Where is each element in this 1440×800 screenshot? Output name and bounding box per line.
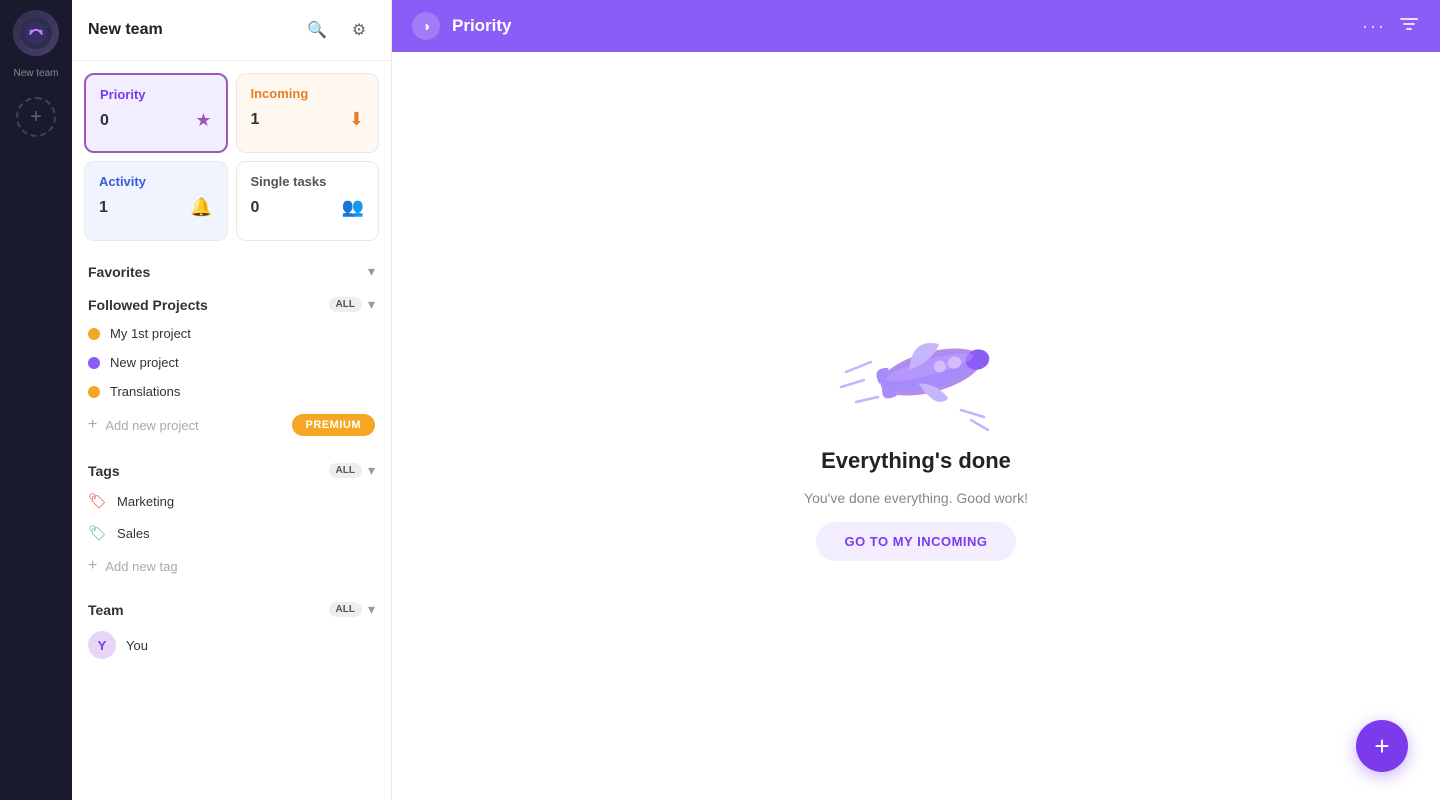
project-item-my1st[interactable]: My 1st project (72, 319, 391, 348)
favorites-chevron-icon: ▾ (368, 263, 375, 280)
project-name: My 1st project (110, 326, 191, 341)
activity-card[interactable]: Activity 1 🔔 (84, 161, 228, 241)
plus-icon: + (30, 106, 42, 129)
add-team-button[interactable]: + (16, 97, 56, 137)
add-tag-icon: + (88, 557, 97, 575)
tag-name: Sales (117, 526, 150, 541)
topbar-title: Priority (452, 16, 1350, 36)
sidebar-header: New team 🔍 ⚙ (72, 0, 391, 61)
tags-badge: ALL (329, 463, 362, 478)
followed-projects-badge: ALL (329, 297, 362, 312)
add-tag-label: Add new tag (105, 559, 177, 574)
team-avatar[interactable] (13, 10, 59, 56)
single-tasks-card-label: Single tasks (251, 174, 365, 189)
premium-button[interactable]: PREMIUM (292, 414, 375, 436)
favorites-label: Favorites (88, 264, 362, 280)
add-project-icon: + (88, 416, 97, 434)
fab-add-button[interactable]: + (1356, 720, 1408, 772)
member-avatar: Y (88, 631, 116, 659)
plane-illustration (836, 292, 996, 432)
single-tasks-card[interactable]: Single tasks 0 👥 (236, 161, 380, 241)
priority-card[interactable]: Priority 0 ★ (84, 73, 228, 153)
topbar-more-button[interactable]: ··· (1362, 16, 1386, 37)
followed-projects-label: Followed Projects (88, 297, 323, 313)
member-name: You (126, 638, 148, 653)
main-content: ◑ Priority ··· (392, 0, 1440, 800)
tag-icon: 🏷 (88, 492, 107, 510)
search-button[interactable]: 🔍 (301, 14, 333, 46)
go-to-incoming-button[interactable]: GO TO MY INCOMING (816, 522, 1015, 561)
activity-card-count: 1 (99, 199, 108, 217)
topbar-toggle-button[interactable]: ◑ (412, 12, 440, 40)
team-label: Team (88, 602, 323, 618)
tag-name: Marketing (117, 494, 174, 509)
single-tasks-card-count: 0 (251, 199, 260, 217)
activity-card-label: Activity (99, 174, 213, 189)
team-section: Team ALL ▾ Y You (72, 591, 391, 674)
topbar-right (1398, 13, 1420, 40)
incoming-card-count: 1 (251, 111, 260, 129)
sort-icon[interactable] (1398, 13, 1420, 40)
done-heading: Everything's done (821, 448, 1011, 474)
incoming-card-label: Incoming (251, 86, 365, 101)
tags-label: Tags (88, 463, 323, 479)
tag-item-marketing[interactable]: 🏷 Marketing (72, 485, 391, 517)
inbox-icon: ⬇ (349, 109, 364, 130)
favorites-section-header[interactable]: Favorites ▾ (72, 253, 391, 286)
member-item-you[interactable]: Y You (72, 624, 391, 666)
followed-projects-chevron-icon: ▾ (368, 296, 375, 313)
search-icon: 🔍 (307, 20, 327, 40)
tags-section: Tags ALL ▾ 🏷 Marketing 🏷 Sales + Add new… (72, 452, 391, 591)
team-chevron-icon: ▾ (368, 601, 375, 618)
project-name: Translations (110, 384, 180, 399)
quick-cards: Priority 0 ★ Incoming 1 ⬇ Activity 1 🔔 S… (72, 61, 391, 253)
project-dot (88, 328, 100, 340)
member-initials: Y (98, 638, 107, 653)
icon-rail: New team + (0, 0, 72, 800)
topbar: ◑ Priority ··· (392, 0, 1440, 52)
add-project-label: Add new project (105, 418, 198, 433)
incoming-card[interactable]: Incoming 1 ⬇ (236, 73, 380, 153)
priority-card-count: 0 (100, 112, 109, 130)
sidebar: New team 🔍 ⚙ Priority 0 ★ Incoming 1 ⬇ A… (72, 0, 392, 800)
tag-item-sales[interactable]: 🏷 Sales (72, 517, 391, 549)
people-icon: 👥 (342, 197, 364, 218)
team-name-label: New team (13, 68, 58, 79)
star-icon: ★ (195, 110, 211, 131)
add-project-row: + Add new project PREMIUM (72, 406, 391, 444)
team-badge: ALL (329, 602, 362, 617)
bell-icon: 🔔 (190, 197, 212, 218)
tag-icon: 🏷 (88, 524, 107, 542)
priority-card-label: Priority (100, 87, 212, 102)
followed-projects-header[interactable]: Followed Projects ALL ▾ (72, 286, 391, 319)
center-area: Everything's done You've done everything… (392, 52, 1440, 800)
done-subheading: You've done everything. Good work! (804, 490, 1028, 506)
half-circle-icon: ◑ (422, 18, 430, 34)
tags-header[interactable]: Tags ALL ▾ (72, 452, 391, 485)
sidebar-title: New team (88, 21, 291, 39)
gear-icon: ⚙ (352, 20, 366, 40)
team-header[interactable]: Team ALL ▾ (72, 591, 391, 624)
tags-chevron-icon: ▾ (368, 462, 375, 479)
add-tag-row[interactable]: + Add new tag (72, 549, 391, 583)
settings-button[interactable]: ⚙ (343, 14, 375, 46)
project-dot (88, 357, 100, 369)
project-item-new[interactable]: New project (72, 348, 391, 377)
project-dot (88, 386, 100, 398)
project-item-translations[interactable]: Translations (72, 377, 391, 406)
project-name: New project (110, 355, 179, 370)
followed-projects-section: Followed Projects ALL ▾ My 1st project N… (72, 286, 391, 452)
fab-plus-icon: + (1374, 731, 1389, 762)
